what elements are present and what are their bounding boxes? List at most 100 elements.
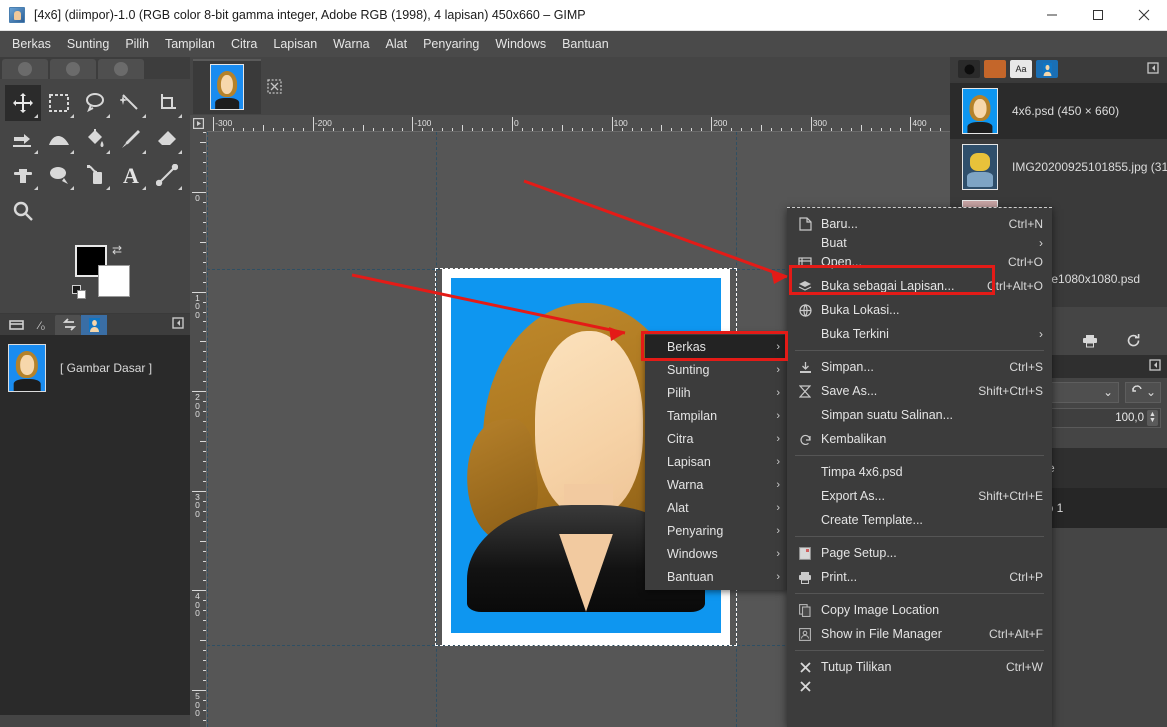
close-button[interactable] bbox=[1121, 0, 1167, 31]
layer-lock-buttons[interactable]: ⌄ bbox=[1124, 381, 1161, 403]
ruler-origin-icon[interactable] bbox=[190, 115, 207, 132]
menu-tampilan[interactable]: Tampilan bbox=[157, 33, 223, 55]
list-item[interactable]: 4x6.psd (450 × 660) bbox=[950, 83, 1167, 139]
context-item-lapisan[interactable]: Lapisan › bbox=[645, 450, 788, 473]
file-menu-item-simpan-salinan[interactable]: Simpan suatu Salinan... bbox=[787, 403, 1052, 427]
context-item-tampilan[interactable]: Tampilan › bbox=[645, 404, 788, 427]
layers-collapse-icon[interactable] bbox=[1149, 359, 1161, 374]
context-item-alat[interactable]: Alat › bbox=[645, 496, 788, 519]
smudge-tool[interactable] bbox=[41, 157, 77, 193]
file-menu-item-timpa[interactable]: Timpa 4x6.psd bbox=[787, 460, 1052, 484]
eraser-tool[interactable] bbox=[149, 121, 185, 157]
file-menu-label: Simpan... bbox=[821, 360, 874, 374]
refresh-icon[interactable] bbox=[1126, 333, 1141, 351]
chevron-right-icon: › bbox=[776, 363, 780, 376]
menu-lapisan[interactable]: Lapisan bbox=[265, 33, 325, 55]
text-tool[interactable]: A bbox=[113, 157, 149, 193]
file-menu-item-clipped[interactable] bbox=[787, 679, 1052, 693]
horizontal-ruler[interactable]: -300-200-1000100200300400500600700 bbox=[190, 115, 950, 132]
ink-tool[interactable] bbox=[77, 157, 113, 193]
reset-colors-icon[interactable] bbox=[72, 285, 88, 301]
clone-tool[interactable] bbox=[5, 157, 41, 193]
ruler-minor-tick bbox=[761, 125, 762, 131]
toolbox-tab-2[interactable] bbox=[50, 59, 96, 79]
brushes-tab[interactable] bbox=[958, 60, 980, 78]
menu-alat[interactable]: Alat bbox=[378, 33, 416, 55]
file-menu-item-print[interactable]: Print... Ctrl+P bbox=[787, 565, 1052, 589]
menu-sunting[interactable]: Sunting bbox=[59, 33, 117, 55]
file-menu-item-tutup-tilikan[interactable]: Tutup Tilikan Ctrl+W bbox=[787, 655, 1052, 679]
images-tab[interactable] bbox=[81, 314, 107, 335]
toolbox-tab-1[interactable] bbox=[2, 59, 48, 79]
fonts-tab[interactable]: Aa bbox=[1010, 60, 1032, 78]
guide-vertical-right bbox=[207, 132, 208, 727]
file-menu-item-buat[interactable]: Buat › bbox=[787, 236, 1052, 250]
move-tool[interactable] bbox=[5, 85, 41, 121]
file-menu-item-baru[interactable]: Baru... Ctrl+N bbox=[787, 212, 1052, 236]
crop-tool[interactable] bbox=[149, 85, 185, 121]
images-tab[interactable] bbox=[1036, 60, 1058, 78]
file-menu-item-show-in-file-manager[interactable]: Show in File Manager Ctrl+Alt+F bbox=[787, 622, 1052, 646]
path-tool[interactable] bbox=[149, 157, 185, 193]
document-tab-thumbnail bbox=[210, 64, 244, 110]
file-menu-item-buka-terkini[interactable]: Buka Terkini › bbox=[787, 322, 1052, 346]
context-item-penyaring[interactable]: Penyaring › bbox=[645, 519, 788, 542]
warp-tool[interactable] bbox=[41, 121, 77, 157]
list-item[interactable]: IMG20200925101855.jpg (31 bbox=[950, 139, 1167, 195]
menu-windows[interactable]: Windows bbox=[487, 33, 554, 55]
swap-colors-icon[interactable]: ⇄ bbox=[112, 243, 122, 257]
tool-grid: A bbox=[0, 79, 190, 229]
file-menu-item-create-template[interactable]: Create Template... bbox=[787, 508, 1052, 532]
right-dock-collapse-icon[interactable] bbox=[1147, 61, 1159, 77]
file-menu-item-save-as[interactable]: Save As... Shift+Ctrl+S bbox=[787, 379, 1052, 403]
rectangle-select-tool[interactable] bbox=[41, 85, 77, 121]
minimize-button[interactable] bbox=[1029, 0, 1075, 31]
background-color-swatch[interactable] bbox=[98, 265, 130, 297]
vertical-ruler[interactable]: -1000100200300400500600700 bbox=[190, 132, 207, 727]
menu-berkas[interactable]: Berkas bbox=[4, 33, 59, 55]
maximize-button[interactable] bbox=[1075, 0, 1121, 31]
unified-transform-tool[interactable] bbox=[5, 121, 41, 157]
menu-citra[interactable]: Citra bbox=[223, 33, 265, 55]
context-item-citra[interactable]: Citra › bbox=[645, 427, 788, 450]
menu-separator bbox=[795, 593, 1044, 594]
paintbrush-tool[interactable] bbox=[113, 121, 149, 157]
print-small-icon[interactable] bbox=[1082, 334, 1098, 351]
file-menu-item-buka-lokasi[interactable]: Buka Lokasi... bbox=[787, 298, 1052, 322]
chevron-down-icon[interactable]: ⌄ bbox=[1146, 385, 1156, 399]
dock-collapse-icon[interactable] bbox=[172, 317, 184, 332]
toolbox-tab-3[interactable] bbox=[98, 59, 144, 79]
file-menu-item-simpan[interactable]: Simpan... Ctrl+S bbox=[787, 355, 1052, 379]
context-item-sunting[interactable]: Sunting › bbox=[645, 358, 788, 381]
free-select-tool[interactable] bbox=[77, 85, 113, 121]
context-item-bantuan[interactable]: Bantuan › bbox=[645, 565, 788, 588]
chevron-right-icon: › bbox=[776, 409, 780, 422]
context-item-windows[interactable]: Windows › bbox=[645, 542, 788, 565]
file-menu-item-page-setup[interactable]: Page Setup... bbox=[787, 541, 1052, 565]
file-menu-item-export-as[interactable]: Export As... Shift+Ctrl+E bbox=[787, 484, 1052, 508]
fuzzy-select-tool[interactable] bbox=[113, 85, 149, 121]
file-menu-item-kembalikan[interactable]: Kembalikan bbox=[787, 427, 1052, 451]
zoom-tool[interactable] bbox=[5, 193, 41, 229]
context-item-warna[interactable]: Warna › bbox=[645, 473, 788, 496]
menu-penyaring[interactable]: Penyaring bbox=[415, 33, 487, 55]
tab-close-icon[interactable] bbox=[261, 59, 287, 114]
close-view-icon bbox=[795, 661, 815, 674]
link-layers-icon[interactable] bbox=[1130, 384, 1144, 400]
tool-options-tab[interactable] bbox=[3, 315, 29, 335]
context-item-pilih[interactable]: Pilih › bbox=[645, 381, 788, 404]
patterns-tab[interactable] bbox=[984, 60, 1006, 78]
document-tab-4x6[interactable] bbox=[193, 58, 261, 114]
menu-pilih[interactable]: Pilih bbox=[117, 33, 157, 55]
undo-history-tab[interactable]: ⁄₀ bbox=[29, 315, 55, 335]
bucket-fill-tool[interactable] bbox=[77, 121, 113, 157]
menu-bantuan[interactable]: Bantuan bbox=[554, 33, 617, 55]
menu-warna[interactable]: Warna bbox=[325, 33, 377, 55]
ruler-tick bbox=[213, 117, 215, 131]
device-status-tab[interactable] bbox=[55, 314, 81, 335]
file-menu-label: Buka Lokasi... bbox=[821, 303, 900, 317]
list-item[interactable]: [ Gambar Dasar ] bbox=[0, 339, 190, 397]
opacity-stepper[interactable]: ▲ ▼ bbox=[1147, 410, 1158, 426]
chevron-right-icon: › bbox=[776, 524, 780, 537]
file-menu-item-copy-image-location[interactable]: Copy Image Location bbox=[787, 598, 1052, 622]
